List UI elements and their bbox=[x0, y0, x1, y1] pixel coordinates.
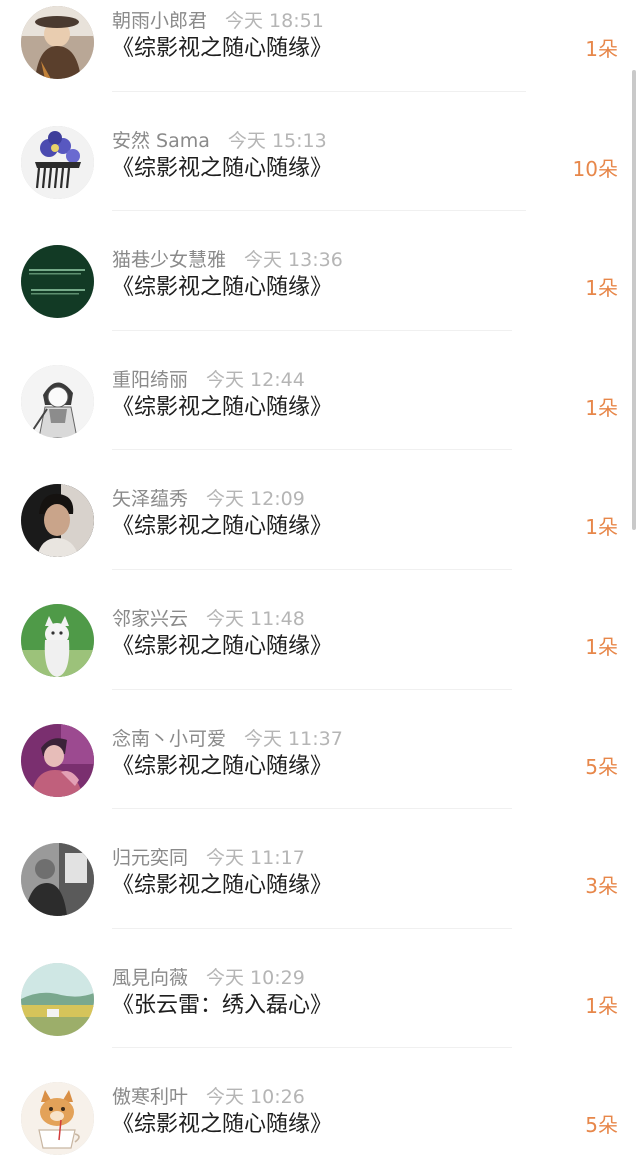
scrollbar[interactable] bbox=[632, 70, 636, 530]
timestamp: 今天 12:09 bbox=[206, 488, 305, 511]
user-name[interactable]: 归元奕同 bbox=[112, 847, 188, 869]
user-name[interactable]: 重阳绮丽 bbox=[112, 369, 188, 391]
timestamp: 今天 12:44 bbox=[206, 368, 305, 391]
flower-count: 1朵 bbox=[585, 37, 618, 61]
grayscale-photo-avatar[interactable] bbox=[21, 843, 94, 917]
green-text-avatar[interactable] bbox=[21, 245, 94, 319]
user-name[interactable]: 矢泽蕴秀 bbox=[112, 488, 188, 510]
book-title[interactable]: 《综影视之随心随缘》 bbox=[112, 154, 332, 184]
reward-list: 朝雨小郎君 今天 18:51 《综影视之随心随缘》 1朵 安然 Sama 今天 … bbox=[0, 0, 640, 1168]
timestamp: 今天 11:48 bbox=[206, 607, 305, 630]
item-meta: 風見向薇 今天 10:29 bbox=[112, 965, 305, 991]
list-item[interactable]: 矢泽蕴秀 今天 12:09 《综影视之随心随缘》 1朵 bbox=[0, 450, 640, 570]
anime-sketch-avatar[interactable] bbox=[21, 364, 94, 438]
book-title[interactable]: 《综影视之随心随缘》 bbox=[112, 1110, 332, 1140]
user-name[interactable]: 風見向薇 bbox=[112, 967, 188, 989]
user-name[interactable]: 安然 Sama bbox=[112, 130, 210, 152]
timestamp: 今天 15:13 bbox=[227, 129, 327, 152]
list-item[interactable]: 归元奕同 今天 11:17 《综影视之随心随缘》 3朵 bbox=[0, 809, 640, 929]
cat-with-cup-avatar[interactable] bbox=[21, 1082, 94, 1156]
timestamp: 今天 10:29 bbox=[206, 966, 305, 989]
flower-count: 5朵 bbox=[585, 1113, 618, 1138]
purple-flower-hairpin-avatar[interactable] bbox=[21, 125, 94, 199]
timestamp: 今天 18:51 bbox=[225, 10, 324, 32]
user-name[interactable]: 傲寒利叶 bbox=[112, 1086, 188, 1108]
list-item[interactable]: 念南丶小可爱 今天 11:37 《综影视之随心随缘》 5朵 bbox=[0, 690, 640, 810]
list-item[interactable]: 邻家兴云 今天 11:48 《综影视之随心随缘》 1朵 bbox=[0, 570, 640, 690]
item-meta: 矢泽蕴秀 今天 12:09 bbox=[112, 486, 305, 512]
man-portrait-avatar[interactable] bbox=[21, 484, 94, 558]
timestamp: 今天 11:37 bbox=[244, 727, 343, 750]
item-meta: 念南丶小可爱 今天 11:37 bbox=[112, 726, 343, 752]
timestamp: 今天 11:17 bbox=[206, 847, 305, 870]
flower-count: 5朵 bbox=[585, 754, 618, 779]
flower-count: 1朵 bbox=[585, 993, 618, 1018]
book-title[interactable]: 《张云雷：绣入磊心》 bbox=[112, 991, 332, 1021]
timestamp: 今天 13:36 bbox=[244, 249, 343, 272]
user-name[interactable]: 朝雨小郎君 bbox=[112, 10, 207, 32]
book-title[interactable]: 《综影视之随心随缘》 bbox=[112, 512, 332, 542]
item-meta: 傲寒利叶 今天 10:26 bbox=[112, 1084, 305, 1110]
landscape-field-avatar[interactable] bbox=[21, 962, 94, 1036]
timestamp: 今天 10:26 bbox=[206, 1086, 305, 1109]
flower-count: 10朵 bbox=[572, 156, 618, 181]
flower-count: 1朵 bbox=[585, 395, 618, 420]
item-meta: 邻家兴云 今天 11:48 bbox=[112, 606, 305, 632]
book-title[interactable]: 《综影视之随心随缘》 bbox=[112, 273, 332, 303]
item-meta: 重阳绮丽 今天 12:44 bbox=[112, 367, 305, 393]
book-title[interactable]: 《综影视之随心随缘》 bbox=[112, 632, 332, 662]
user-name[interactable]: 邻家兴云 bbox=[112, 608, 188, 630]
flower-count: 3朵 bbox=[585, 874, 618, 899]
user-name[interactable]: 猫巷少女慧雅 bbox=[112, 249, 226, 271]
book-title[interactable]: 《综影视之随心随缘》 bbox=[112, 871, 332, 901]
item-meta: 归元奕同 今天 11:17 bbox=[112, 845, 305, 871]
list-item[interactable]: 傲寒利叶 今天 10:26 《综影视之随心随缘》 5朵 bbox=[0, 1048, 640, 1168]
list-item[interactable]: 安然 Sama 今天 15:13 《综影视之随心随缘》 10朵 bbox=[0, 92, 640, 212]
purple-anime-avatar[interactable] bbox=[21, 723, 94, 797]
list-item[interactable]: 重阳绮丽 今天 12:44 《综影视之随心随缘》 1朵 bbox=[0, 331, 640, 451]
user-name[interactable]: 念南丶小可爱 bbox=[112, 728, 226, 750]
list-item[interactable]: 猫巷少女慧雅 今天 13:36 《综影视之随心随缘》 1朵 bbox=[0, 211, 640, 331]
item-meta: 猫巷少女慧雅 今天 13:36 bbox=[112, 247, 343, 273]
flower-count: 1朵 bbox=[585, 276, 618, 301]
book-title[interactable]: 《综影视之随心随缘》 bbox=[112, 752, 332, 782]
white-cat-avatar[interactable] bbox=[21, 603, 94, 677]
book-title[interactable]: 《综影视之随心随缘》 bbox=[112, 34, 332, 64]
flower-count: 1朵 bbox=[585, 515, 618, 540]
item-meta: 安然 Sama 今天 15:13 bbox=[112, 128, 327, 154]
list-item[interactable]: 風見向薇 今天 10:29 《张云雷：绣入磊心》 1朵 bbox=[0, 929, 640, 1049]
flower-count: 1朵 bbox=[585, 634, 618, 659]
list-item[interactable]: 朝雨小郎君 今天 18:51 《综影视之随心随缘》 1朵 bbox=[0, 0, 640, 92]
book-title[interactable]: 《综影视之随心随缘》 bbox=[112, 393, 332, 423]
item-meta: 朝雨小郎君 今天 18:51 bbox=[112, 8, 324, 34]
girl-with-hat-avatar[interactable] bbox=[21, 6, 94, 79]
